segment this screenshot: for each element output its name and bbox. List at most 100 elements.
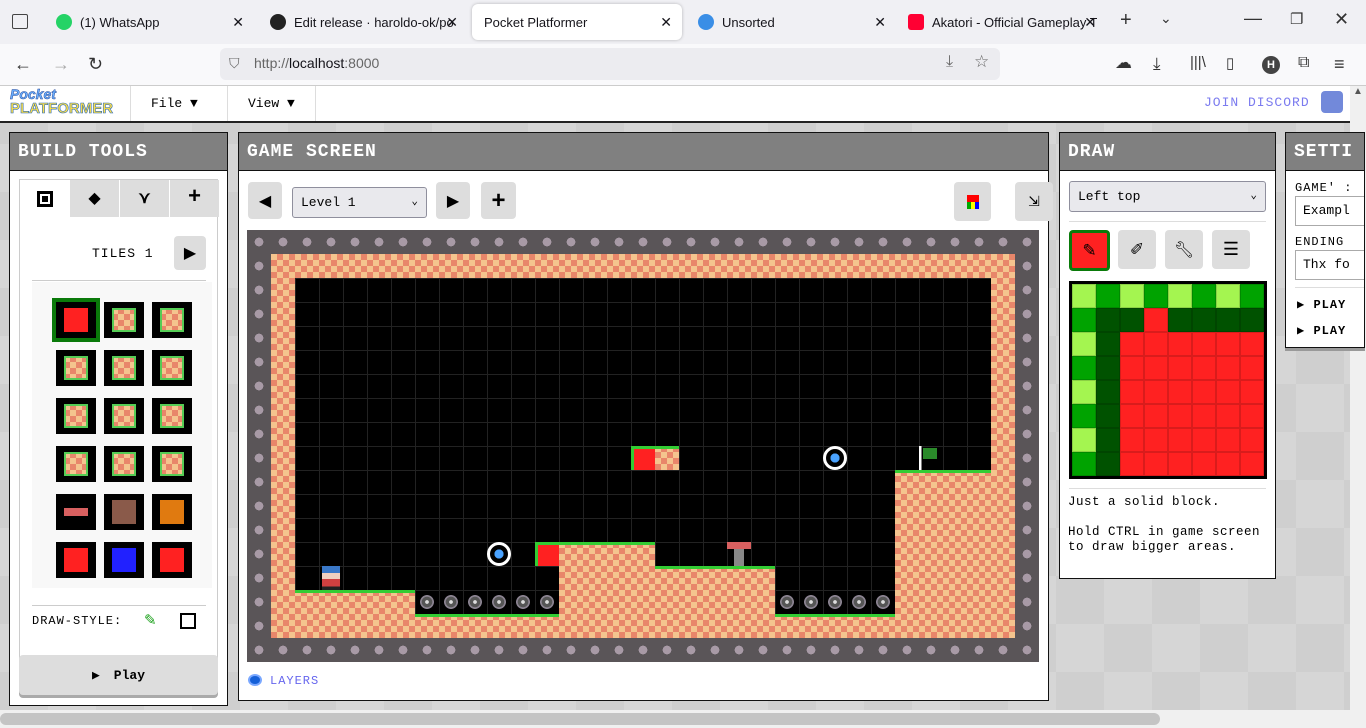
tile-option[interactable] [104,350,144,386]
bookmark-star-icon[interactable]: ☆ [974,52,989,72]
pixel-cell[interactable] [1216,308,1240,332]
pixel-cell[interactable] [1216,332,1240,356]
tile-option[interactable] [152,350,192,386]
tab-sprites[interactable]: ⋎ [120,180,169,217]
pixel-cell[interactable] [1120,356,1144,380]
pixel-cell[interactable] [1168,356,1192,380]
pixel-cell[interactable] [1216,428,1240,452]
reload-icon[interactable]: ↻ [88,54,103,75]
close-tab-icon[interactable]: ✕ [874,14,886,31]
profile-avatar[interactable]: H [1262,56,1280,74]
pixel-cell[interactable] [1072,356,1096,380]
pixel-cell[interactable] [1072,308,1096,332]
tab-youtube[interactable]: Akatori - Official Gameplay Tr ✕ [896,4,1106,40]
pixel-cell[interactable] [1216,404,1240,428]
pixel-cell[interactable] [1144,404,1168,428]
play-section-toggle[interactable]: ▶ PLAY [1297,323,1346,338]
tab-list-chevron-icon[interactable]: ⌄ [1160,10,1172,27]
pixel-cell[interactable] [1192,428,1216,452]
pixel-cell[interactable] [1168,404,1192,428]
pixel-cell[interactable] [1168,380,1192,404]
downloads-icon[interactable]: ⤓ [1153,54,1161,74]
pixel-cell[interactable] [1120,380,1144,404]
cloud-icon[interactable]: ☁ [1115,53,1132,73]
close-tab-icon[interactable]: ✕ [446,14,458,31]
forward-icon[interactable]: → [52,54,70,75]
save-page-icon[interactable]: ⤓ [946,53,953,71]
tile-option[interactable] [56,542,96,578]
pixel-cell[interactable] [1120,332,1144,356]
tab-whatsapp[interactable]: (1) WhatsApp ✕ [44,4,254,40]
wrench-tool-button[interactable]: 🔧︎ [1165,230,1203,269]
tab-unsorted[interactable]: Unsorted ✕ [686,4,896,40]
draw-style-rectangle-icon[interactable] [180,613,196,629]
pixel-cell[interactable] [1096,428,1120,452]
pixel-cell[interactable] [1240,332,1264,356]
pixel-cell[interactable] [1144,308,1168,332]
pixel-cell[interactable] [1168,428,1192,452]
pixel-cell[interactable] [1096,332,1120,356]
new-tab-icon[interactable]: + [1120,9,1132,32]
pixel-cell[interactable] [1192,452,1216,476]
tile-option[interactable] [52,298,100,342]
tab-tiles[interactable] [20,180,69,217]
pixel-cell[interactable] [1192,284,1216,308]
sidebar-icon[interactable]: ▯ [1226,54,1234,72]
pixel-cell[interactable] [1072,452,1096,476]
tab-pocket-platformer[interactable]: Pocket Platformer ✕ [472,4,682,40]
pixel-cell[interactable] [1168,452,1192,476]
close-tab-icon[interactable]: ✕ [232,14,244,31]
pixel-cell[interactable] [1168,308,1192,332]
extensions-icon[interactable]: ⧉ [1298,54,1309,72]
tile-option[interactable] [104,446,144,482]
pixel-cell[interactable] [1192,332,1216,356]
pixel-cell[interactable] [1144,380,1168,404]
pixel-cell[interactable] [1096,380,1120,404]
close-window-icon[interactable]: ✕ [1334,9,1349,30]
pixel-cell[interactable] [1144,452,1168,476]
pixel-cell[interactable] [1072,332,1096,356]
pixel-cell[interactable] [1120,452,1144,476]
pixel-cell[interactable] [1216,452,1240,476]
pixel-cell[interactable] [1120,308,1144,332]
game-name-input[interactable]: Exampl [1295,196,1364,226]
add-level-button[interactable]: + [481,182,516,219]
pixel-cell[interactable] [1120,284,1144,308]
pixel-cell[interactable] [1072,284,1096,308]
minimize-icon[interactable]: — [1244,8,1262,29]
pixel-cell[interactable] [1144,356,1168,380]
close-tab-icon[interactable]: ✕ [660,14,672,31]
tile-option[interactable] [104,302,144,338]
game-canvas[interactable] [247,230,1039,662]
tile-option[interactable] [152,302,192,338]
pen-tool-button[interactable]: ✎ [1069,230,1110,271]
pixel-cell[interactable] [1096,452,1120,476]
colors-button[interactable] [954,182,991,221]
pixel-cell[interactable] [1096,404,1120,428]
pixel-cell[interactable] [1120,404,1144,428]
pixel-cell[interactable] [1216,284,1240,308]
tab-objects[interactable]: ◆ [70,180,119,217]
eye-icon[interactable] [248,674,262,686]
pixel-cell[interactable] [1168,332,1192,356]
tab-overview-icon[interactable] [12,14,28,29]
pixel-cell[interactable] [1120,428,1144,452]
view-menu[interactable]: View ▼ [227,86,316,121]
file-menu[interactable]: File ▼ [130,86,218,121]
tile-option[interactable] [56,350,96,386]
pixel-cell[interactable] [1096,284,1120,308]
pixel-cell[interactable] [1192,404,1216,428]
pixel-cell[interactable] [1168,284,1192,308]
previous-level-button[interactable]: ◀ [248,182,282,219]
pixel-cell[interactable] [1144,332,1168,356]
tile-option[interactable] [152,494,192,530]
library-icon[interactable]: |||\ [1190,54,1206,71]
tile-option[interactable] [152,446,192,482]
join-discord-link[interactable]: JOIN DISCORD [1204,95,1310,110]
draw-style-pen-icon[interactable]: ✎ [144,611,157,629]
tile-option[interactable] [56,398,96,434]
draw-position-select[interactable]: Left top ⌄ [1069,181,1266,212]
pixel-draw-grid[interactable] [1069,281,1267,479]
restore-icon[interactable]: ❐ [1290,10,1303,28]
menu-hamburger-icon[interactable]: ≡ [1334,54,1345,75]
